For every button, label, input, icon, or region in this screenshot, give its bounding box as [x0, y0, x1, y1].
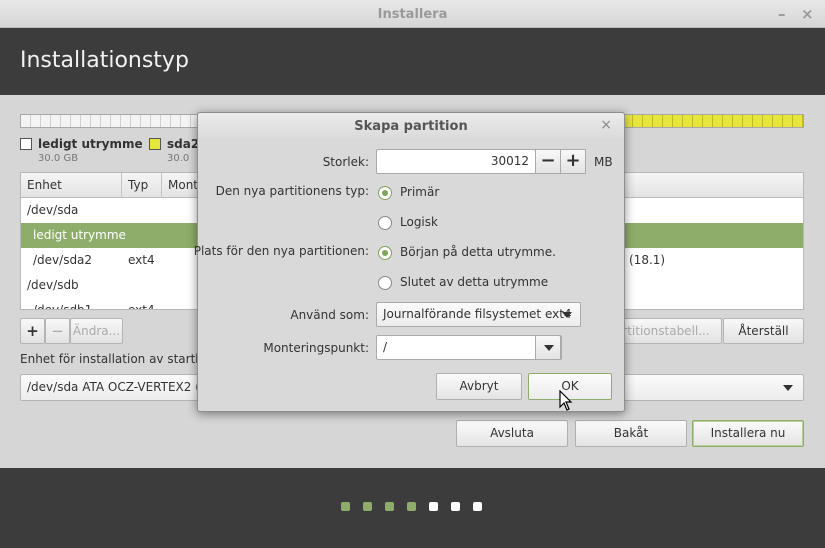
- use-as-label: Använd som:: [290, 308, 369, 322]
- mount-point-value: /: [383, 340, 388, 354]
- mount-point-dropdown-button[interactable]: [535, 335, 561, 360]
- revert-button[interactable]: Återställ: [723, 318, 804, 344]
- column-header-device[interactable]: Enhet: [21, 173, 122, 198]
- legend-size: 30.0 GB: [38, 153, 79, 164]
- cancel-button[interactable]: Avbryt: [436, 373, 522, 400]
- create-partition-dialog: Skapa partition × Storlek: 30012 − + MB …: [193, 112, 625, 412]
- legend-swatch: [149, 138, 161, 150]
- partition-bar-sda2-segment: [623, 115, 803, 127]
- mount-point-combo[interactable]: /: [376, 335, 562, 360]
- window-title: Installera: [377, 7, 448, 22]
- type-logical-radio[interactable]: [378, 216, 392, 230]
- step-dot-pending: [451, 502, 460, 511]
- type-logical-label[interactable]: Logisk: [400, 215, 438, 229]
- size-input[interactable]: 30012: [376, 149, 536, 174]
- legend-swatch: [20, 138, 32, 150]
- step-dot-pending: [473, 502, 482, 511]
- use-as-value: Journalförande filsystemet ext4: [383, 307, 572, 321]
- chevron-down-icon: [544, 345, 554, 351]
- location-end-radio[interactable]: [378, 276, 392, 290]
- type-primary-radio[interactable]: [378, 186, 392, 200]
- location-start-label[interactable]: Början på detta utrymme.: [400, 245, 556, 259]
- legend-name: ledigt utrymme: [38, 137, 143, 151]
- row-type: ext4: [128, 253, 155, 267]
- size-decrease-button[interactable]: −: [535, 149, 561, 174]
- minimize-icon[interactable]: –: [778, 5, 786, 23]
- install-now-button[interactable]: Installera nu: [692, 420, 804, 447]
- size-unit: MB: [594, 155, 613, 169]
- location-start-radio[interactable]: [378, 246, 392, 260]
- row-device: /dev/sda2: [33, 253, 93, 267]
- progress-footer: [0, 468, 825, 548]
- step-dot-done: [407, 502, 416, 511]
- legend-size: 30.0: [167, 153, 190, 164]
- boot-device-value: /dev/sda ATA OCZ-VERTEX2 (: [27, 380, 200, 394]
- location-end-label[interactable]: Slutet av detta utrymme: [400, 275, 548, 289]
- row-device: ledigt utrymme: [33, 228, 126, 242]
- row-device: /dev/sdb1: [33, 303, 93, 310]
- chevron-down-icon: [562, 312, 572, 318]
- quit-button[interactable]: Avsluta: [456, 420, 568, 447]
- row-type: ext4: [128, 303, 155, 310]
- boot-device-label: Enhet för installation av starthar: [20, 352, 216, 366]
- chevron-down-icon: [783, 385, 793, 391]
- back-button[interactable]: Bakåt: [575, 420, 687, 447]
- remove-partition-button[interactable]: −: [45, 318, 70, 344]
- new-partition-table-button[interactable]: rtitionstabell...: [610, 318, 722, 344]
- row-extra: (18.1): [629, 253, 666, 267]
- page-title: Installationstyp: [20, 48, 189, 73]
- row-device: /dev/sda: [27, 203, 79, 217]
- dialog-titlebar: Skapa partition ×: [198, 113, 624, 139]
- legend-name: sda2: [167, 137, 200, 151]
- page-header: Installationstyp: [0, 28, 825, 95]
- location-label: Plats för den nya partitionen:: [193, 244, 369, 258]
- add-partition-button[interactable]: +: [20, 318, 45, 344]
- dialog-title: Skapa partition: [354, 119, 468, 134]
- close-icon[interactable]: ×: [801, 5, 814, 23]
- window-titlebar: Installera – ×: [0, 0, 825, 28]
- mount-point-label: Monteringspunkt:: [263, 341, 369, 355]
- change-partition-button[interactable]: Ändra...: [70, 318, 123, 344]
- partition-type-label: Den nya partitionens typ:: [215, 184, 369, 198]
- row-device: /dev/sdb: [27, 278, 79, 292]
- close-icon[interactable]: ×: [600, 117, 612, 133]
- use-as-select[interactable]: Journalförande filsystemet ext4: [376, 302, 581, 327]
- size-increase-button[interactable]: +: [560, 149, 586, 174]
- size-label: Storlek:: [322, 155, 369, 169]
- step-dot-done: [385, 502, 394, 511]
- step-dot-done: [341, 502, 350, 511]
- step-dot-pending: [429, 502, 438, 511]
- type-primary-label[interactable]: Primär: [400, 185, 439, 199]
- column-header-type[interactable]: Typ: [122, 173, 162, 198]
- mouse-pointer-icon: [559, 390, 573, 411]
- step-dot-done: [363, 502, 372, 511]
